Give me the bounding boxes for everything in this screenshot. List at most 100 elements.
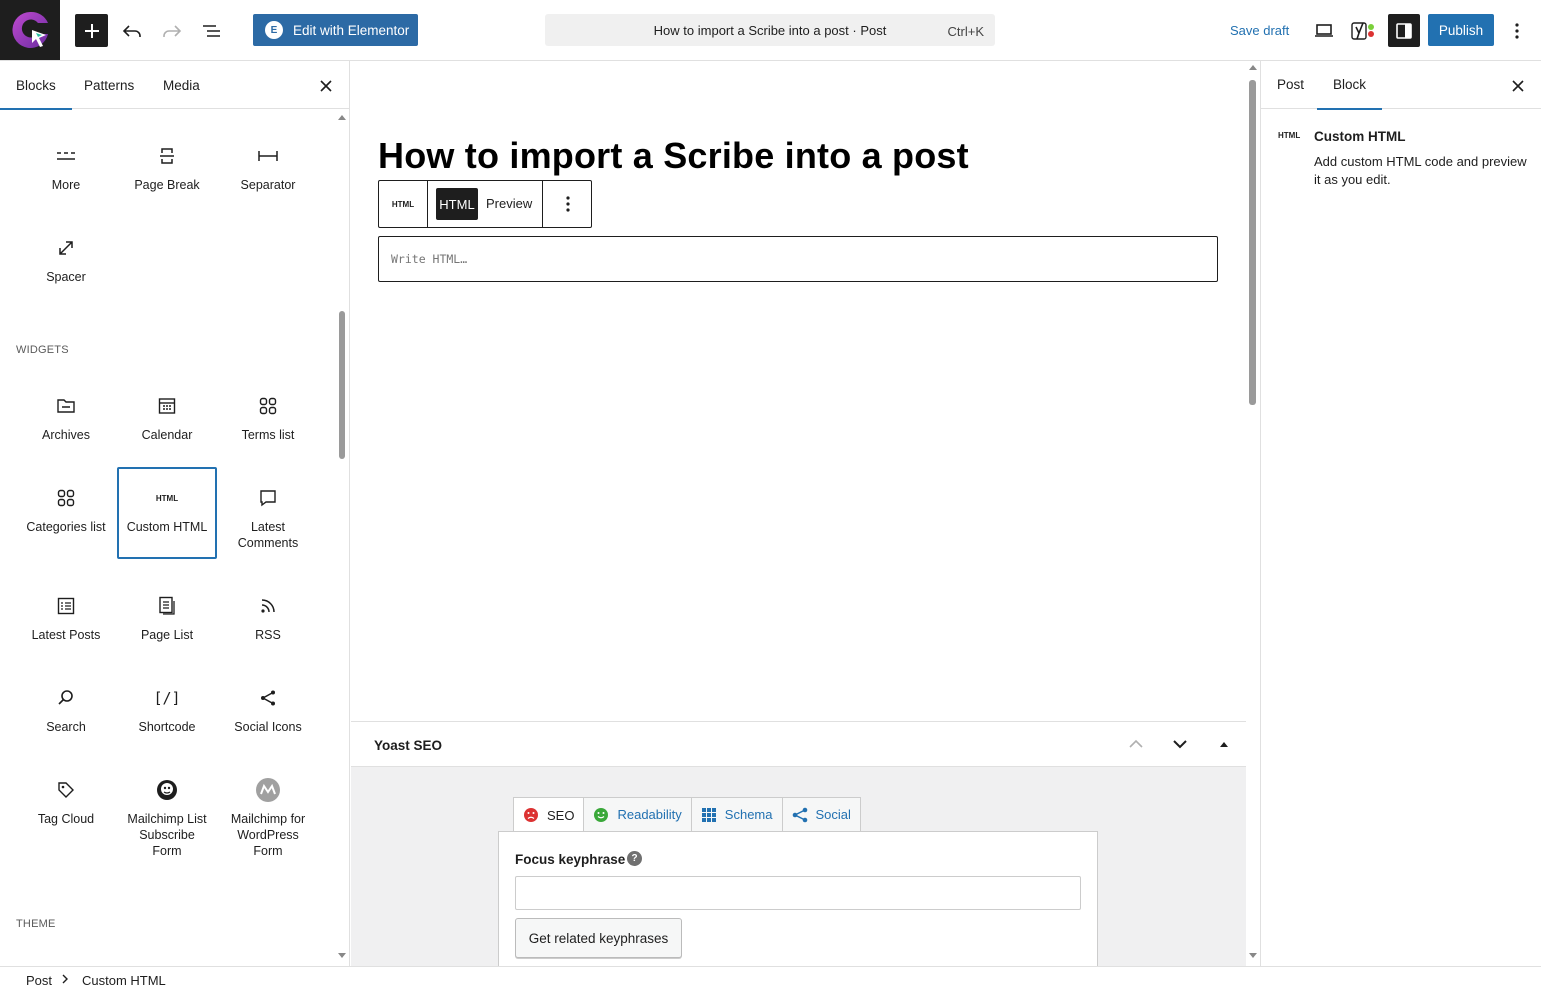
latest-comments-icon [260,490,276,507]
redo-button[interactable] [157,14,187,47]
html-code-input[interactable]: Write HTML… [378,236,1218,282]
yoast-tab-label: Schema [724,807,773,822]
inserter-scrollbar[interactable] [339,311,345,459]
block-options-button[interactable] [542,181,592,227]
tab-media[interactable]: Media [163,78,200,93]
block-label: More [51,178,81,192]
redo-icon [163,24,182,37]
block-terms-list[interactable]: Terms list [218,391,318,443]
yoast-icon [1351,21,1374,40]
inserter-scroll-up[interactable] [338,115,346,120]
chevron-right-icon [62,973,68,987]
options-button[interactable] [1503,14,1531,47]
block-label: Tag Cloud [37,812,95,826]
block-label: Archives [42,428,90,442]
document-overview-button[interactable] [197,14,227,47]
tab-patterns[interactable]: Patterns [84,78,134,93]
smile-face-icon [594,807,609,822]
separator-icon [258,151,278,161]
toggle-panel-button[interactable] [1214,734,1234,754]
edit-with-elementor-button[interactable]: E Edit with Elementor [253,14,418,46]
yoast-tab-seo[interactable]: SEO [513,797,585,832]
block-type-button[interactable]: HTML [379,181,428,227]
block-page-list[interactable]: Page List [117,591,217,643]
block-label: Calendar [141,428,193,442]
tab-block[interactable]: Block [1316,77,1383,110]
block-spacer[interactable]: Spacer [16,233,116,285]
settings-sidebar-button[interactable] [1388,14,1420,47]
site-logo[interactable] [0,0,60,60]
html-tab-button[interactable]: HTML [436,188,478,220]
plus-icon [84,23,99,38]
focus-keyphrase-input[interactable] [515,876,1081,910]
yoast-seo-panel: Focus keyphrase ? Get related keyphrases [498,831,1098,966]
terms-list-icon [259,397,277,415]
yoast-tab-label: SEO [547,807,575,823]
close-sidebar-button[interactable] [1508,76,1528,96]
tab-blocks[interactable]: Blocks [0,78,72,110]
block-custom-html[interactable]: HTML Custom HTML [117,467,217,559]
block-inserter-panel: Blocks Patterns Media More Page Break Se… [0,61,350,966]
undo-button[interactable] [117,14,147,47]
block-label: Latest Comments [237,520,299,550]
help-icon[interactable]: ? [627,851,642,866]
preview-device-button[interactable] [1308,14,1340,47]
preview-tab-button[interactable]: Preview [486,196,532,211]
grid-icon [701,807,716,822]
share-icon [261,690,275,706]
block-categories-list[interactable]: Categories list [16,483,116,535]
focus-keyphrase-label: Focus keyphrase [515,852,626,867]
yoast-tab-label: Readability [617,807,682,822]
canvas-scrollbar[interactable] [1249,80,1256,405]
save-draft-button[interactable]: Save draft [1230,23,1289,38]
block-social-icons[interactable]: Social Icons [218,683,318,735]
block-latest-posts[interactable]: Latest Posts [16,591,116,643]
block-rss[interactable]: RSS [218,591,318,643]
canvas-scroll-up[interactable] [1249,65,1257,70]
settings-sidebar: Post Block HTML Custom HTML Add custom H… [1260,61,1541,966]
archives-icon [57,399,75,413]
block-more[interactable]: More [16,141,116,193]
block-search[interactable]: Search [16,683,116,735]
add-block-button[interactable] [75,14,108,47]
close-inserter-button[interactable] [316,76,336,96]
latest-posts-icon [57,597,75,615]
block-label: Latest Posts [31,628,101,642]
inserter-scroll-down[interactable] [338,953,346,958]
block-label: Categories list [26,520,106,534]
block-separator[interactable]: Separator [218,141,318,193]
block-label: Page List [140,628,194,642]
canvas-scroll-down[interactable] [1249,953,1257,958]
sidebar-icon [1396,22,1412,39]
tab-post[interactable]: Post [1277,77,1304,92]
yoast-tab-schema[interactable]: Schema [690,797,783,831]
block-shortcode[interactable]: [/] Shortcode [117,683,217,735]
publish-button[interactable]: Publish [1428,14,1494,46]
yoast-tab-label: Social [815,807,851,822]
close-icon [320,80,332,92]
yoast-tab-social[interactable]: Social [781,797,861,831]
block-mailchimp-for-wordpress[interactable]: Mailchimp for WordPress Form [218,775,318,859]
block-tag-cloud[interactable]: Tag Cloud [16,775,116,827]
block-latest-comments[interactable]: Latest Comments [218,483,318,551]
page-break-icon [160,148,174,164]
block-page-break[interactable]: Page Break [117,141,217,193]
categories-list-icon [57,489,75,507]
breadcrumb-post[interactable]: Post [26,973,52,988]
block-label: Separator [240,178,296,192]
move-down-button[interactable] [1170,734,1190,754]
inserter-tabs: Blocks Patterns Media [0,61,349,110]
block-archives[interactable]: Archives [16,391,116,443]
post-title[interactable]: How to import a Scribe into a post [378,135,969,177]
editor-canvas: How to import a Scribe into a post HTML … [351,61,1260,966]
command-palette-bar[interactable]: How to import a Scribe into a post · Pos… [545,14,995,46]
move-up-button[interactable] [1126,734,1146,754]
undo-icon [122,24,141,37]
yoast-sidebar-button[interactable] [1348,14,1380,47]
block-calendar[interactable]: Calendar [117,391,217,443]
get-related-keyphrases-button[interactable]: Get related keyphrases [515,918,682,958]
search-icon [58,690,73,705]
block-card-title: Custom HTML [1314,129,1406,144]
block-mailchimp-list-subscribe[interactable]: Mailchimp List Subscribe Form [117,775,217,859]
yoast-tab-readability[interactable]: Readability [583,797,692,831]
